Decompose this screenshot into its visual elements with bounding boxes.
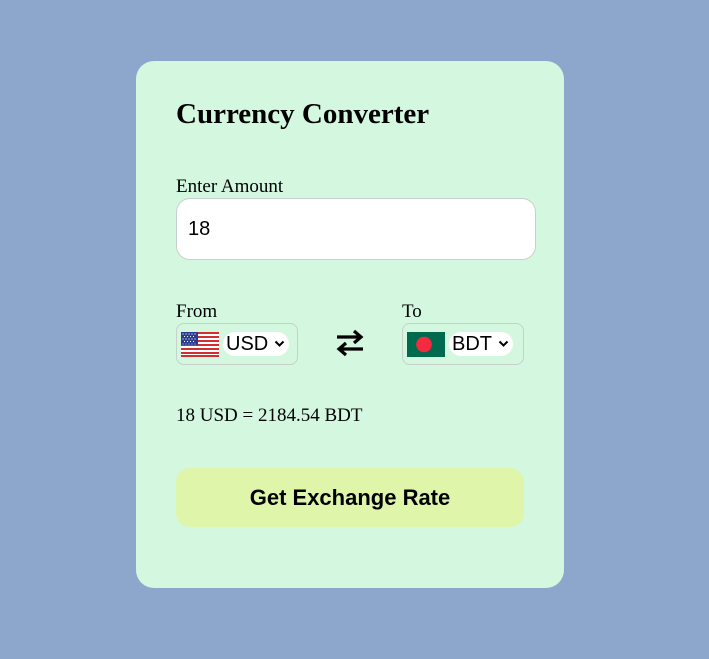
from-currency-select[interactable]: USD (223, 332, 290, 356)
chevron-down-icon (498, 340, 509, 347)
exchange-result-text: 18 USD = 2184.54 BDT (176, 405, 363, 426)
from-currency-code: USD (226, 333, 269, 355)
chevron-down-icon (275, 340, 285, 347)
get-exchange-rate-button[interactable]: Get Exchange Rate (176, 468, 524, 527)
page-title: Currency Converter (176, 98, 430, 130)
from-label: From (176, 301, 218, 322)
bd-flag-icon (407, 331, 445, 357)
to-label: To (402, 301, 422, 322)
amount-input[interactable] (176, 198, 536, 260)
to-currency-select-box[interactable]: BDT (402, 323, 524, 365)
amount-label: Enter Amount (176, 176, 284, 197)
to-currency-code: BDT (452, 333, 492, 355)
to-currency-select[interactable]: BDT (449, 332, 513, 356)
swap-arrows-icon[interactable] (335, 327, 365, 359)
us-flag-icon (181, 331, 219, 357)
from-currency-select-box[interactable]: USD (176, 323, 298, 365)
converter-card: Currency Converter Enter Amount From USD (136, 61, 564, 588)
